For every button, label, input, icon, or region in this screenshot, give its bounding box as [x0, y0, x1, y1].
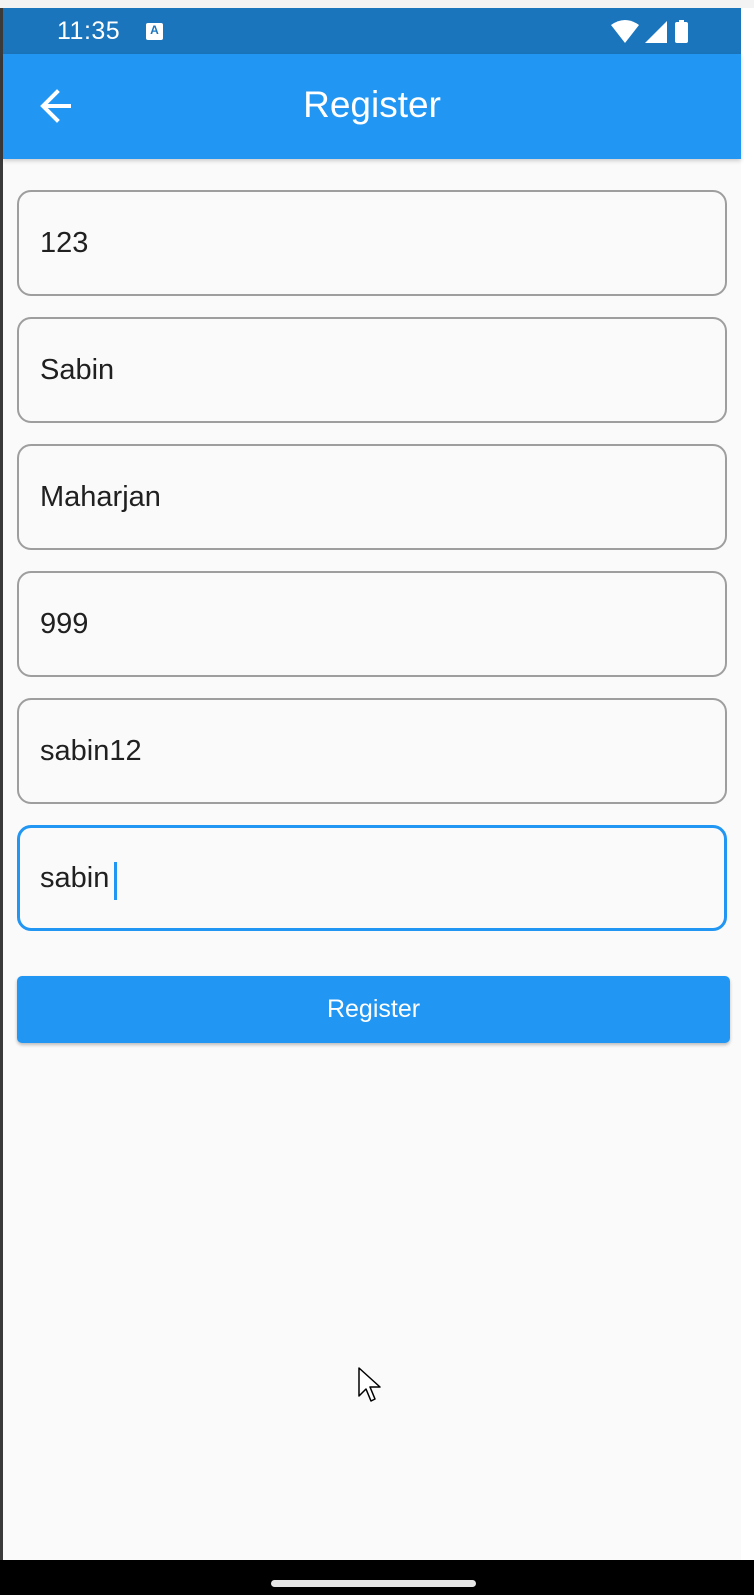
device-left-bezel: [0, 8, 3, 1560]
field-1[interactable]: [17, 190, 727, 296]
field-4[interactable]: [17, 571, 727, 677]
home-gesture-handle[interactable]: [271, 1580, 476, 1587]
field-2-input[interactable]: [40, 319, 700, 421]
mouse-pointer-icon: [358, 1367, 381, 1402]
device-right-margin: [741, 8, 754, 1560]
field-2[interactable]: [17, 317, 727, 423]
wifi-icon: [611, 20, 639, 43]
cell-signal-icon: [645, 21, 667, 43]
page-title: Register: [303, 84, 441, 125]
status-time: 11:35: [57, 17, 121, 45]
field-5-input[interactable]: [40, 700, 700, 802]
register-button[interactable]: Register: [17, 976, 730, 1043]
status-bar: 11:35 A: [3, 8, 741, 54]
keyboard-a-glyph: A: [150, 23, 159, 37]
navigation-bar: [0, 1560, 754, 1595]
field-3-input[interactable]: [40, 446, 700, 548]
app-bar: Register: [3, 54, 741, 159]
status-icons: [611, 20, 688, 43]
text-caret: [114, 862, 117, 900]
device-screen: 11:35 A Register 123 Sabin Maharjan 999 …: [0, 0, 754, 1595]
field-6-focused[interactable]: [17, 825, 727, 931]
field-3[interactable]: [17, 444, 727, 550]
field-6-input[interactable]: [40, 828, 700, 928]
keyboard-a-icon: A: [146, 23, 163, 40]
field-5[interactable]: [17, 698, 727, 804]
battery-icon: [675, 20, 688, 43]
window-top-edge: [0, 0, 754, 8]
field-1-input[interactable]: [40, 192, 700, 294]
field-4-input[interactable]: [40, 573, 700, 675]
